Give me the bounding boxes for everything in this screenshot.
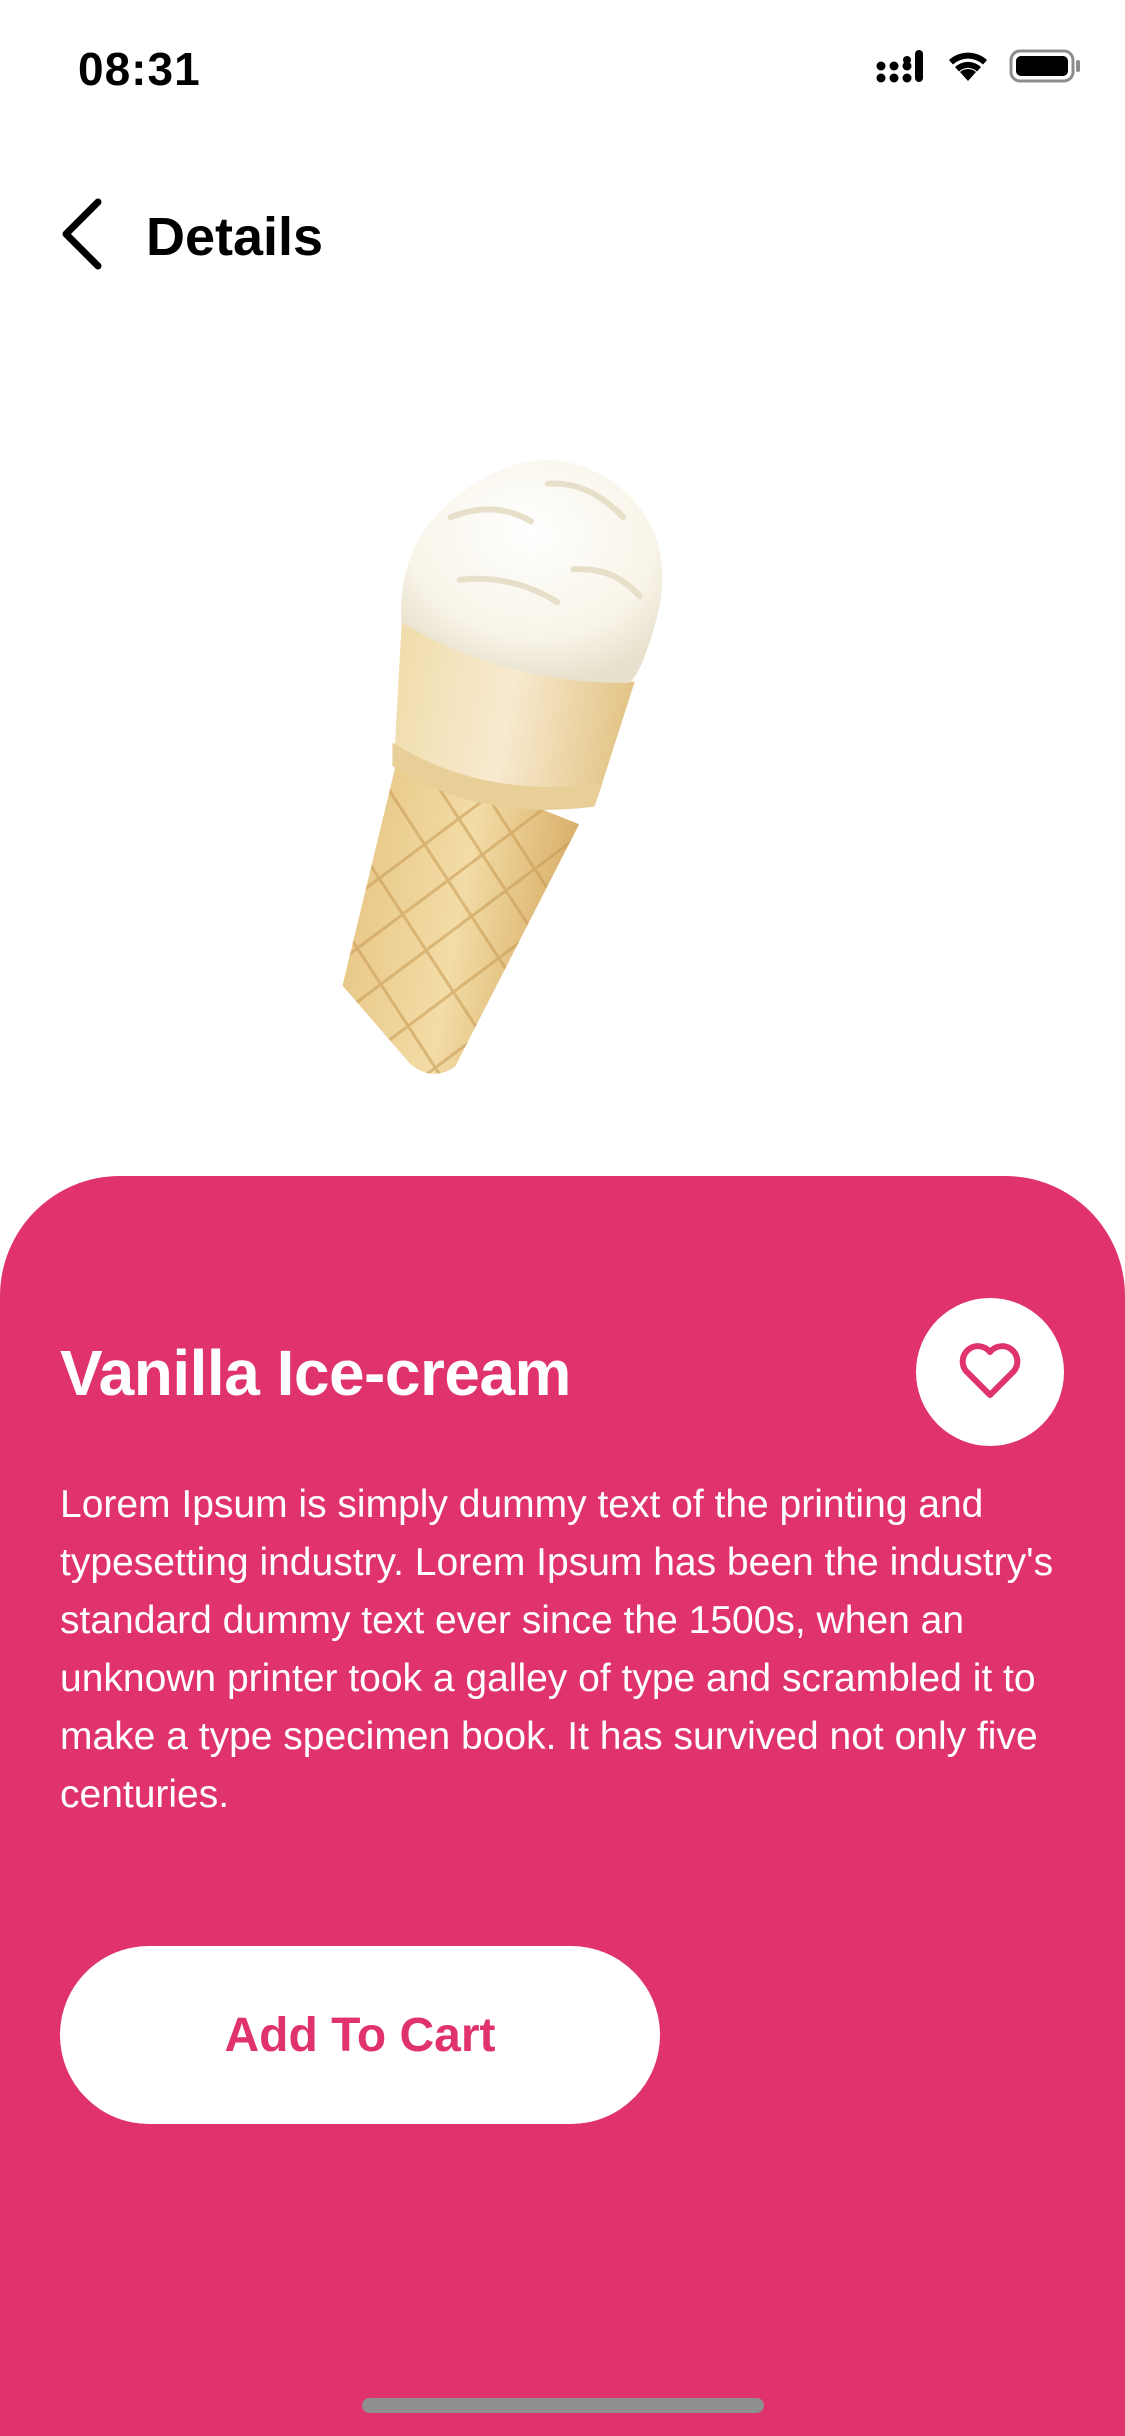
product-image (330, 420, 780, 1100)
product-description: Lorem Ipsum is simply dummy text of the … (60, 1483, 1054, 1816)
back-button[interactable] (52, 198, 112, 274)
page-title: Details (146, 207, 324, 267)
wifi-icon (945, 49, 991, 88)
favorite-button[interactable] (916, 1298, 1064, 1446)
home-indicator (362, 2398, 764, 2413)
heart-outline-icon (957, 1340, 1023, 1405)
status-bar: 08:31 (0, 0, 1125, 132)
details-card: Vanilla Ice-cream Lorem Ipsum is simply … (0, 1176, 1125, 2436)
status-icons (875, 48, 1083, 89)
details-screen: 08:31 Details Vanilla Ice-cream Lorem Ip… (0, 0, 1125, 2436)
status-time: 08:31 (78, 43, 201, 95)
chevron-left-icon (60, 198, 104, 275)
product-name: Vanilla Ice-cream (60, 1337, 571, 1409)
cellular-signal-icon (875, 48, 927, 89)
header: Details (0, 180, 1125, 290)
add-to-cart-button[interactable]: Add To Cart (60, 1946, 660, 2124)
battery-icon (1009, 48, 1083, 89)
